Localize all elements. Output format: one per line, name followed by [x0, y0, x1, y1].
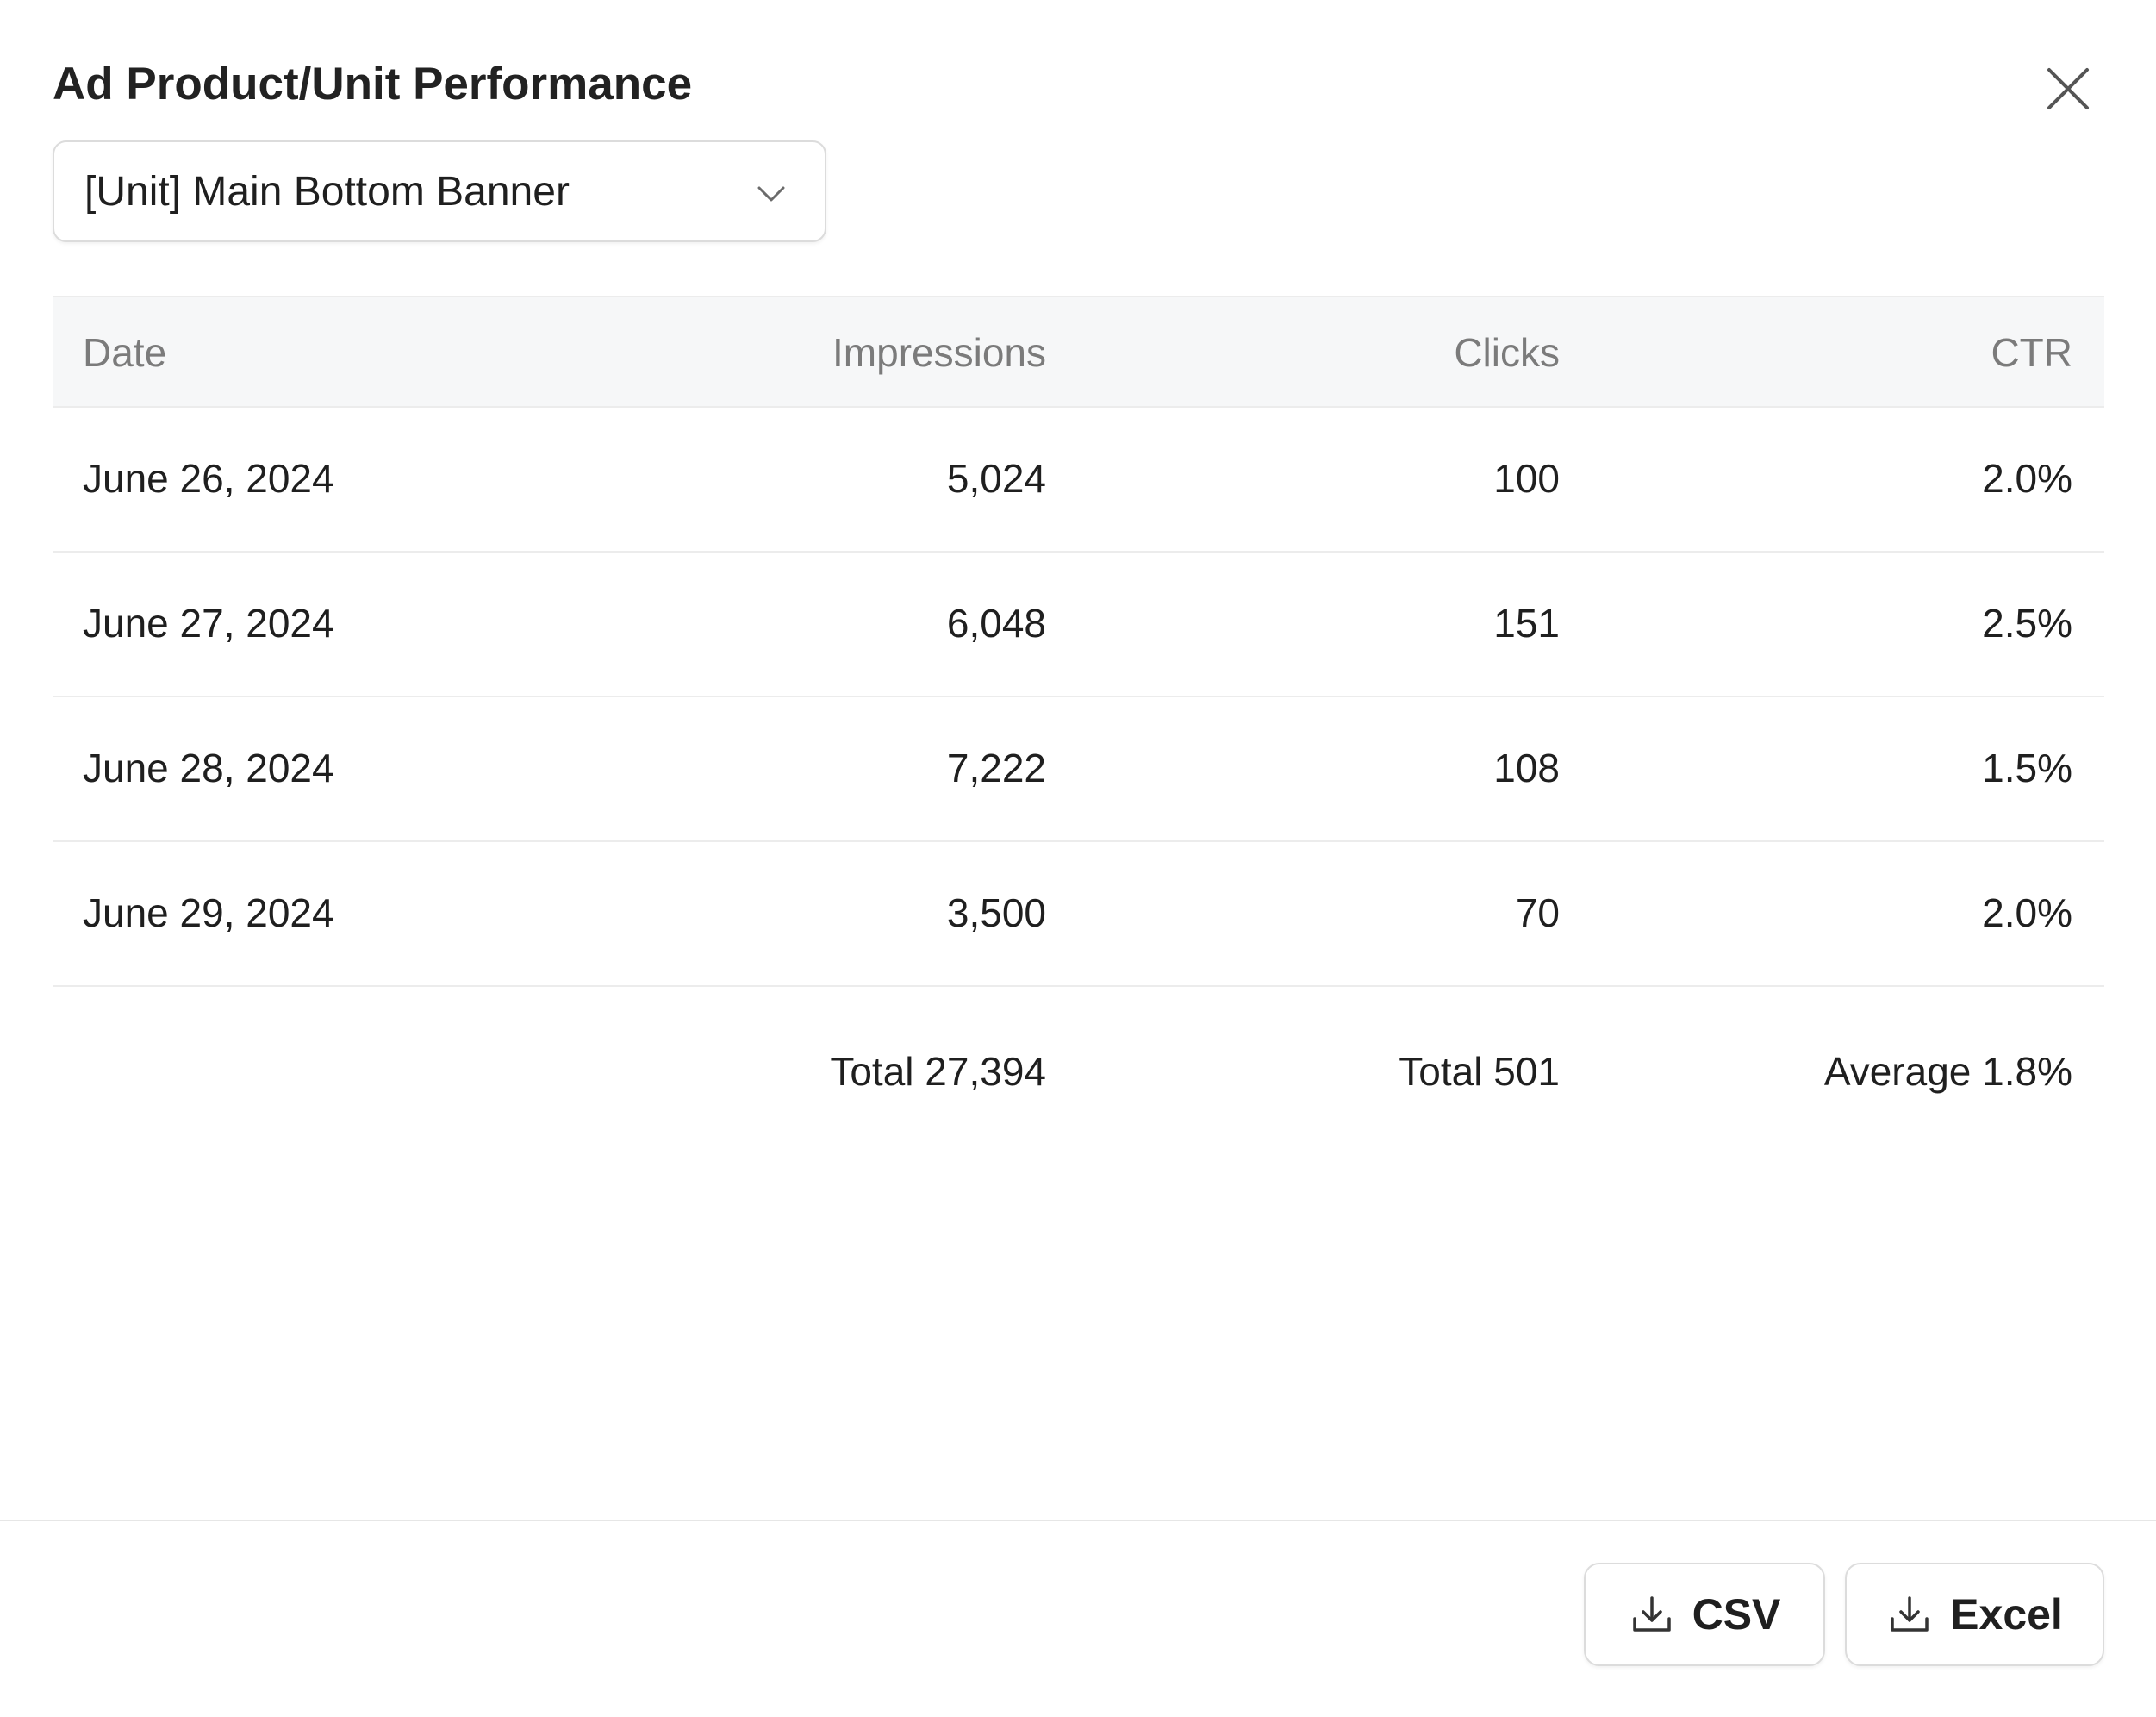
header-date[interactable]: Date: [83, 328, 166, 377]
row-date: June 29, 2024: [83, 890, 334, 935]
row-impressions: 5,024: [946, 456, 1046, 501]
row-ctr: 2.0%: [1982, 890, 2072, 935]
header-impressions[interactable]: Impressions: [832, 328, 1046, 377]
row-ctr: 2.5%: [1982, 601, 2072, 646]
row-clicks: 151: [1493, 601, 1560, 646]
table-row: June 29, 2024 3,500 70 2.0%: [53, 842, 2104, 987]
download-csv-button[interactable]: CSV: [1584, 1563, 1825, 1666]
download-icon: [1632, 1596, 1671, 1632]
download-excel-button[interactable]: Excel: [1845, 1563, 2104, 1666]
total-impressions: Total 27,394: [830, 1049, 1046, 1094]
header-clicks[interactable]: Clicks: [1454, 328, 1560, 377]
row-date: June 28, 2024: [83, 746, 334, 790]
close-button[interactable]: [2041, 62, 2095, 116]
table-row: June 28, 2024 7,222 108 1.5%: [53, 697, 2104, 842]
row-impressions: 7,222: [946, 746, 1046, 790]
table-row: June 26, 2024 5,024 100 2.0%: [53, 408, 2104, 553]
csv-button-label: CSV: [1692, 1590, 1781, 1639]
row-impressions: 3,500: [946, 890, 1046, 935]
row-ctr: 1.5%: [1982, 746, 2072, 790]
row-clicks: 108: [1493, 746, 1560, 790]
table-row: June 27, 2024 6,048 151 2.5%: [53, 553, 2104, 697]
average-ctr: Average 1.8%: [1823, 1049, 2072, 1094]
table-header: Date Impressions Clicks CTR: [53, 296, 2104, 408]
row-date: June 27, 2024: [83, 601, 334, 646]
chevron-down-icon: [757, 186, 785, 202]
close-icon: [2047, 68, 2089, 109]
performance-dialog: Ad Product/Unit Performance [Unit] Main …: [0, 0, 2156, 1717]
total-clicks: Total 501: [1399, 1049, 1560, 1094]
header-ctr[interactable]: CTR: [1991, 328, 2072, 377]
dialog-footer: CSV Excel: [0, 1520, 2156, 1717]
excel-button-label: Excel: [1950, 1590, 2063, 1639]
unit-select-value: [Unit] Main Bottom Banner: [84, 168, 570, 215]
row-clicks: 70: [1515, 890, 1560, 935]
dialog-title: Ad Product/Unit Performance: [53, 59, 693, 109]
row-ctr: 2.0%: [1982, 456, 2072, 501]
table-totals-row: Total 27,394 Total 501 Average 1.8%: [53, 987, 2104, 1152]
download-icon: [1891, 1596, 1929, 1632]
performance-table: Date Impressions Clicks CTR June 26, 202…: [53, 296, 2104, 1152]
row-clicks: 100: [1493, 456, 1560, 501]
row-date: June 26, 2024: [83, 456, 334, 501]
row-impressions: 6,048: [946, 601, 1046, 646]
unit-select[interactable]: [Unit] Main Bottom Banner: [53, 140, 826, 242]
